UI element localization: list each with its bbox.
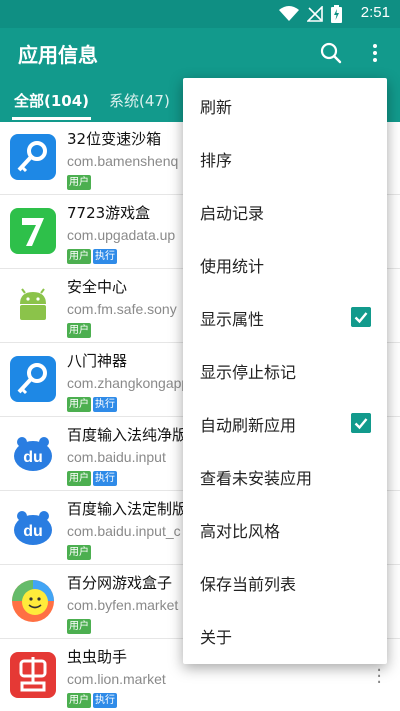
badge-user: 用户 <box>67 249 91 264</box>
app-package: com.bamenshenq <box>67 153 179 169</box>
menu-item-label: 显示属性 <box>200 310 265 329</box>
menu-item-auto-refresh[interactable]: 自动刷新应用 <box>183 396 387 449</box>
menu-item-refresh[interactable]: 刷新 <box>183 78 387 131</box>
menu-item-usage-stats[interactable]: 使用统计 <box>183 237 387 290</box>
game-box-7-icon <box>10 208 56 254</box>
app-badges: 用户 执行 <box>67 397 117 412</box>
menu-item-show-attributes[interactable]: 显示属性 <box>183 290 387 343</box>
badge-exec: 执行 <box>93 249 117 264</box>
menu-item-sort[interactable]: 排序 <box>183 131 387 184</box>
badge-user: 用户 <box>67 693 91 708</box>
app-package: com.upgadata.up <box>67 227 176 243</box>
overflow-menu: 刷新 排序 启动记录 使用统计 显示属性 显示停止标记 自动刷新应用 查看未安装… <box>183 78 387 664</box>
app-package: com.zhangkongapp <box>67 375 190 391</box>
checkbox-checked-icon[interactable] <box>351 413 371 433</box>
tab-system[interactable]: 系统(47) <box>109 90 170 111</box>
menu-item-label: 使用统计 <box>200 257 265 276</box>
app-name: 八门神器 <box>67 352 128 370</box>
app-package: com.baidu.input <box>67 449 166 465</box>
menu-item-label: 查看未安装应用 <box>200 469 313 488</box>
app-badges: 用户 <box>67 619 91 634</box>
menu-item-save-list[interactable]: 保存当前列表 <box>183 555 387 608</box>
menu-item-launch-log[interactable]: 启动记录 <box>183 184 387 237</box>
status-time: 2:51 <box>360 4 390 21</box>
app-badges: 用户 <box>67 323 91 338</box>
sandbox-key-icon <box>10 134 56 180</box>
app-name: 安全中心 <box>67 278 128 296</box>
no-signal-icon <box>307 6 323 22</box>
svg-text:du: du <box>23 449 43 466</box>
wifi-icon <box>279 6 299 21</box>
app-badges: 用户 <box>67 175 91 190</box>
android-icon <box>10 282 56 328</box>
app-package: com.byfen.market <box>67 597 179 613</box>
menu-item-label: 高对比风格 <box>200 522 281 541</box>
app-bar: 应用信息 <box>0 28 400 78</box>
status-bar: 2:51 <box>0 0 400 28</box>
checkbox-checked-icon[interactable] <box>351 307 371 327</box>
menu-item-about[interactable]: 关于 <box>183 608 387 661</box>
app-name: 虫虫助手 <box>67 648 128 666</box>
app-package: com.fm.safe.sony <box>67 301 177 317</box>
tab-all[interactable]: 全部(104) <box>11 90 92 120</box>
menu-item-label: 关于 <box>200 628 233 647</box>
tool-key-icon <box>10 356 56 402</box>
page-title: 应用信息 <box>18 43 98 67</box>
baidu-du-icon: du <box>10 504 56 550</box>
badge-exec: 执行 <box>93 471 117 486</box>
baidu-du-icon: du <box>10 430 56 476</box>
app-package: com.baidu.input_c <box>67 523 181 539</box>
badge-user: 用户 <box>67 397 91 412</box>
menu-item-label: 刷新 <box>200 98 233 117</box>
app-name: 百分网游戏盒子 <box>67 574 173 592</box>
more-vert-icon[interactable] <box>362 40 388 66</box>
badge-user: 用户 <box>67 619 91 634</box>
app-badges: 用户 执行 <box>67 693 117 708</box>
app-package: com.lion.market <box>67 671 166 687</box>
menu-item-label: 启动记录 <box>200 204 265 223</box>
menu-item-label: 显示停止标记 <box>200 363 297 382</box>
smiley-ball-icon <box>10 578 56 624</box>
app-name: 7723游戏盒 <box>67 204 151 222</box>
app-name: 32位变速沙箱 <box>67 130 162 148</box>
menu-item-show-stop-mark[interactable]: 显示停止标记 <box>183 343 387 396</box>
chongchong-icon <box>10 652 56 698</box>
svg-text:du: du <box>23 523 43 540</box>
battery-charging-icon <box>331 5 342 23</box>
badge-user: 用户 <box>67 323 91 338</box>
badge-exec: 执行 <box>93 693 117 708</box>
badge-exec: 执行 <box>93 397 117 412</box>
badge-user: 用户 <box>67 175 91 190</box>
status-icons <box>279 5 342 23</box>
app-name: 百度输入法纯净版 <box>67 426 188 444</box>
menu-item-label: 排序 <box>200 151 233 170</box>
menu-item-label: 保存当前列表 <box>200 575 297 594</box>
app-badges: 用户 执行 <box>67 471 117 486</box>
app-badges: 用户 <box>67 545 91 560</box>
menu-item-high-contrast[interactable]: 高对比风格 <box>183 502 387 555</box>
app-badges: 用户 执行 <box>67 249 117 264</box>
menu-item-uninstalled-apps[interactable]: 查看未安装应用 <box>183 449 387 502</box>
row-more-icon[interactable]: · · · <box>376 662 382 692</box>
menu-item-label: 自动刷新应用 <box>200 416 297 435</box>
badge-user: 用户 <box>67 545 91 560</box>
app-name: 百度输入法定制版 <box>67 500 188 518</box>
badge-user: 用户 <box>67 471 91 486</box>
search-icon[interactable] <box>318 40 344 66</box>
